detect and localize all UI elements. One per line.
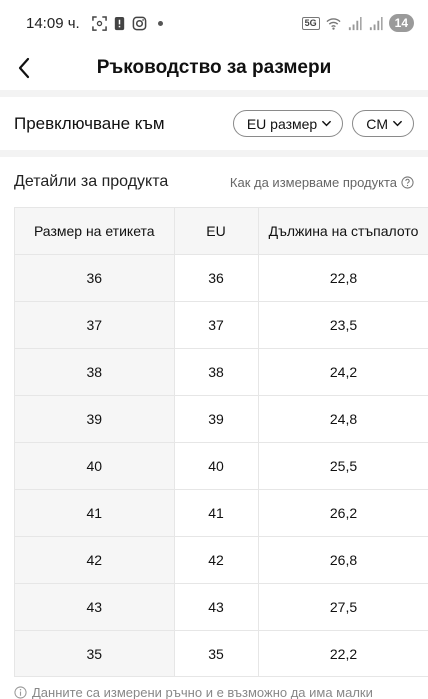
divider (0, 150, 428, 157)
status-time: 14:09 ч. (26, 14, 80, 32)
cell-foot-length: 27,5 (258, 583, 428, 631)
cell-label-size: 38 (15, 348, 175, 396)
table-header-row: Размер на етикета EU Дължина на стъпалот… (15, 208, 428, 255)
cell-foot-length: 26,2 (258, 489, 428, 537)
table-row: 35 35 22,2 (15, 630, 428, 676)
how-to-measure-label: Как да измерваме продукта (229, 174, 397, 190)
page-header: Ръководство за размери (0, 46, 428, 90)
section-title: Детайли за продукта (14, 173, 169, 190)
cell-eu: 40 (174, 442, 259, 490)
notification-dot (157, 20, 163, 26)
cell-label-size: 40 (15, 442, 175, 490)
column-header-foot-length: Дължина на стъпалото (258, 208, 428, 255)
cell-label-size: 42 (15, 536, 175, 584)
scan-icon (91, 15, 107, 31)
cell-foot-length: 22,8 (258, 254, 428, 302)
cell-foot-length: 26,8 (258, 536, 428, 584)
battery-indicator: 14 (388, 14, 414, 32)
column-header-label-size: Размер на етикета (15, 208, 175, 255)
wifi-icon (326, 17, 341, 30)
info-icon (14, 686, 27, 699)
switch-options: EU размер CM (232, 110, 414, 137)
cell-eu: 35 (174, 630, 259, 676)
unit-value: CM (366, 115, 388, 132)
cell-eu: 39 (174, 395, 259, 443)
cell-foot-length: 24,2 (258, 348, 428, 396)
unit-dropdown[interactable]: CM (352, 110, 414, 137)
product-details-header: Детайли за продукта Как да измерваме про… (0, 162, 428, 202)
cell-foot-length: 23,5 (258, 301, 428, 349)
cell-label-size: 36 (15, 254, 175, 302)
how-to-measure-link[interactable]: Как да измерваме продукта (230, 175, 414, 190)
chevron-left-icon (18, 57, 30, 79)
table-row: 40 40 25,5 (15, 442, 428, 490)
measurement-note: Данните са измерени ръчно и е възможно д… (14, 685, 428, 699)
status-right-icons: 5G 14 (301, 14, 414, 32)
table-row: 42 42 26,8 (15, 536, 428, 584)
cell-eu: 43 (174, 583, 259, 631)
size-system-dropdown[interactable]: EU размер (232, 110, 344, 137)
cell-eu: 42 (174, 536, 259, 584)
status-left-icons (91, 15, 163, 31)
size-table: Размер на етикета EU Дължина на стъпалот… (14, 207, 428, 677)
table-row: 38 38 24,2 (15, 348, 428, 396)
table-row: 43 43 27,5 (15, 583, 428, 631)
table-row: 36 36 22,8 (15, 254, 428, 302)
status-bar: 14:09 ч. 5G 14 (0, 0, 428, 46)
cell-eu: 41 (174, 489, 259, 537)
table-row: 37 37 23,5 (15, 301, 428, 349)
cell-eu: 36 (174, 254, 259, 302)
page-title: Ръководство за размери (96, 57, 332, 78)
cell-label-size: 35 (15, 630, 175, 676)
table-row: 41 41 26,2 (15, 489, 428, 537)
column-header-eu: EU (174, 208, 259, 255)
alert-icon (114, 16, 124, 30)
note-text: Данните са измерени ръчно и е възможно д… (32, 685, 373, 699)
back-button[interactable] (10, 52, 38, 84)
chevron-down-icon (322, 120, 332, 127)
cell-label-size: 41 (15, 489, 175, 537)
size-system-value: EU размер (246, 115, 318, 132)
instagram-icon (132, 16, 147, 30)
divider (0, 90, 428, 97)
cell-foot-length: 25,5 (258, 442, 428, 490)
cell-eu: 38 (174, 348, 259, 396)
cell-label-size: 43 (15, 583, 175, 631)
signal-icon (369, 16, 383, 30)
signal-icon (348, 16, 362, 30)
network-badge: 5G (301, 16, 320, 30)
cell-foot-length: 22,2 (258, 630, 428, 676)
cell-foot-length: 24,8 (258, 395, 428, 443)
chevron-down-icon (393, 120, 402, 127)
switch-label: Превключване към (14, 113, 165, 133)
cell-label-size: 39 (15, 395, 175, 443)
table-row: 39 39 24,8 (15, 395, 428, 443)
help-icon (401, 175, 414, 189)
cell-label-size: 37 (15, 301, 175, 349)
cell-eu: 37 (174, 301, 259, 349)
unit-switch-row: Превключване към EU размер CM (0, 97, 428, 150)
